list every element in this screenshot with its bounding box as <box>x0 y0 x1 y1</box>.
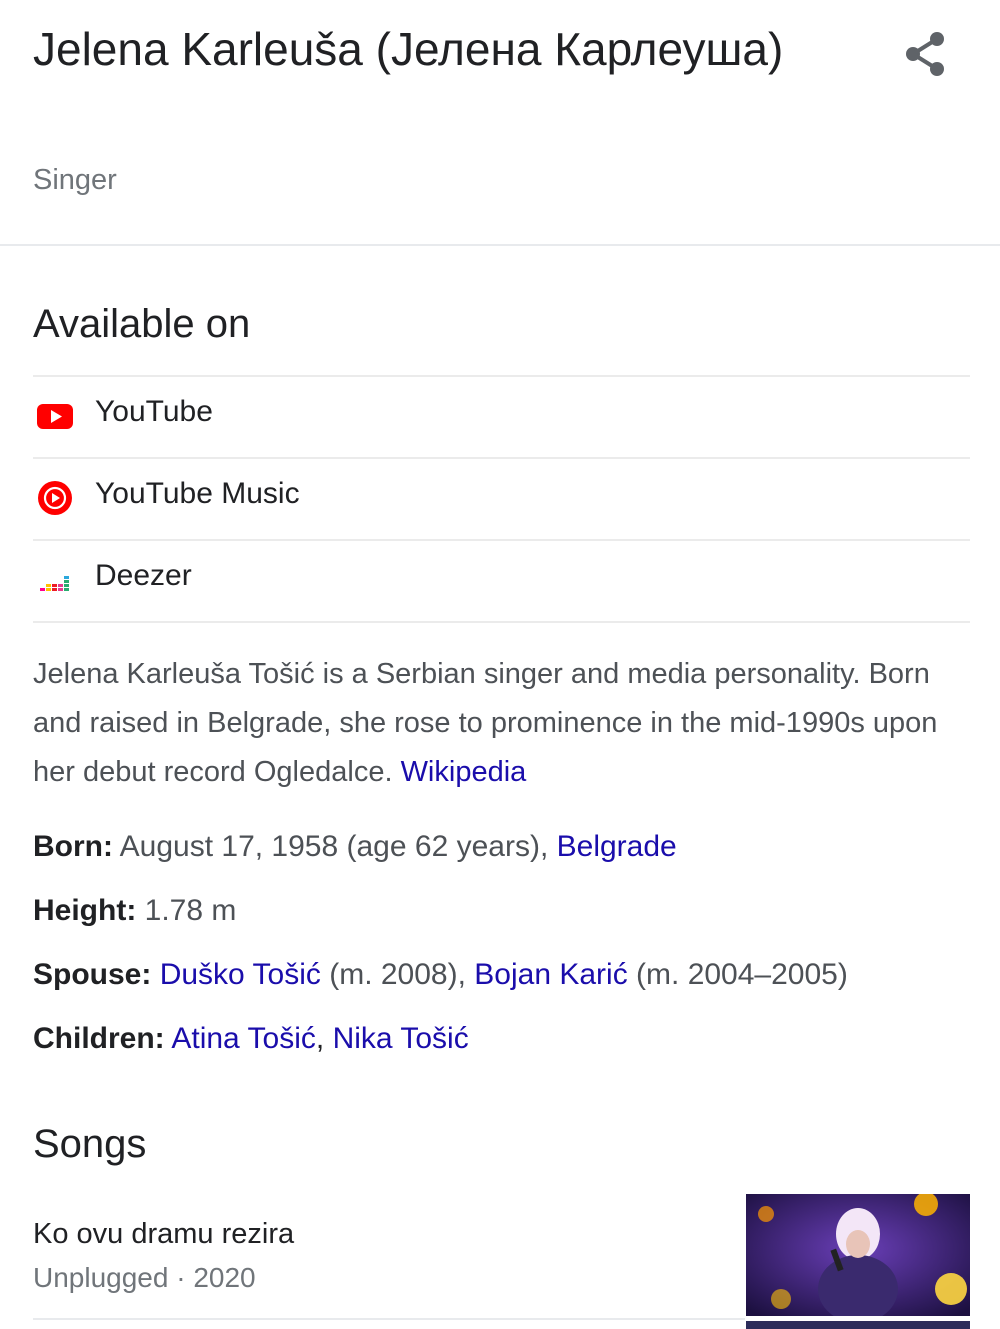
fact-born: Born: August 17, 1958 (age 62 years), Be… <box>33 830 677 864</box>
song-title: Ko ovu dramu rezira <box>33 1218 295 1250</box>
available-item-deezer[interactable]: Deezer <box>33 539 970 623</box>
next-song-thumbnail[interactable] <box>746 1321 970 1329</box>
song-item[interactable]: Ko ovu dramu rezira Unplugged · 2020 <box>33 1194 970 1324</box>
child-link[interactable]: Atina Tošić <box>171 1022 316 1055</box>
spouse-link[interactable]: Duško Tošić <box>160 958 321 991</box>
available-item-label: YouTube Music <box>95 477 300 510</box>
wikipedia-link[interactable]: Wikipedia <box>401 756 527 788</box>
child-link[interactable]: Nika Tošić <box>333 1022 469 1055</box>
share-icon[interactable] <box>900 28 952 80</box>
available-on-heading: Available on <box>33 302 251 346</box>
fact-value: 1.78 m <box>136 894 237 927</box>
available-item-label: Deezer <box>95 559 192 592</box>
song-divider <box>33 1318 745 1320</box>
fact-label: Height: <box>33 894 137 927</box>
available-item-youtube[interactable]: YouTube <box>33 375 970 457</box>
song-subtitle: Unplugged · 2020 <box>33 1262 256 1293</box>
youtube-music-icon <box>35 478 75 518</box>
header-divider <box>0 244 1000 246</box>
fact-children: Children: Atina Tošić, Nika Tošić <box>33 1022 469 1056</box>
fact-value: August 17, 1958 (age 62 years), <box>112 830 557 863</box>
fact-label: Children: <box>33 1022 165 1055</box>
fact-spouse: Spouse: Duško Tošić (m. 2008), Bojan Kar… <box>33 958 848 992</box>
songs-heading: Songs <box>33 1122 147 1166</box>
deezer-icon <box>35 560 75 600</box>
entity-subtitle: Singer <box>33 164 117 196</box>
entity-title: Jelena Karleuša (Јелена Карлеуша) <box>33 23 784 75</box>
fact-separator: , <box>315 1022 333 1055</box>
born-place-link[interactable]: Belgrade <box>557 830 677 863</box>
fact-value: (m. 2008), <box>320 958 475 991</box>
youtube-icon <box>35 396 75 436</box>
available-on-list: YouTube YouTube Music Deezer <box>33 375 970 623</box>
available-item-youtube-music[interactable]: YouTube Music <box>33 457 970 539</box>
fact-height: Height: 1.78 m <box>33 894 236 928</box>
entity-description: Jelena Karleuša Tošić is a Serbian singe… <box>33 650 953 797</box>
available-item-label: YouTube <box>95 395 213 428</box>
fact-label: Spouse: <box>33 958 152 991</box>
fact-value: (m. 2004–2005) <box>627 958 848 991</box>
spouse-link[interactable]: Bojan Karić <box>474 958 627 991</box>
fact-label: Born: <box>33 830 113 863</box>
song-thumbnail[interactable] <box>746 1194 970 1316</box>
